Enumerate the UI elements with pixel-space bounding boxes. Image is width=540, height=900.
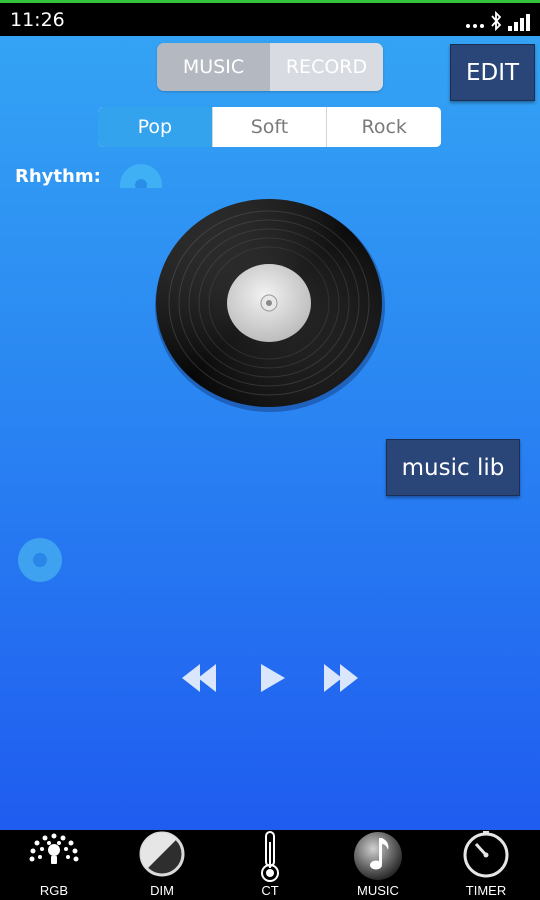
play-icon (261, 664, 285, 692)
nav-label-timer: TIMER (465, 883, 507, 898)
mode-toggle: MUSIC RECORD (157, 43, 383, 91)
vinyl-record[interactable] (153, 196, 386, 413)
tab-pop[interactable]: Pop (98, 107, 212, 147)
next-icon (324, 664, 358, 692)
nav-item-ct[interactable]: CT (216, 830, 324, 900)
nav-label-music: MUSIC (357, 883, 399, 898)
status-icons (466, 9, 530, 31)
nav-label-ct: CT (261, 883, 279, 898)
signal-icon (508, 13, 530, 31)
music-screen: MUSIC RECORD EDIT Pop Soft Rock Rhythm: (0, 36, 540, 830)
previous-button[interactable] (180, 662, 218, 694)
rhythm-slider-knob[interactable] (120, 164, 162, 188)
play-button[interactable] (259, 662, 287, 694)
rhythm-label: Rhythm: (15, 166, 101, 187)
previous-icon (182, 664, 216, 692)
thermometer-icon (261, 831, 279, 882)
next-button[interactable] (322, 662, 360, 694)
nav-item-music[interactable]: MUSIC (324, 830, 432, 900)
nav-label-dim: DIM (150, 883, 174, 898)
edit-button[interactable]: EDIT (450, 44, 535, 101)
dim-icon (139, 831, 185, 877)
bottom-nav: RGB DIM CT MUSIC TIMER (0, 830, 540, 900)
mode-record-button[interactable]: RECORD (270, 43, 383, 91)
tab-soft[interactable]: Soft (211, 107, 327, 147)
status-bar: 11:26 (0, 0, 540, 36)
music-note-icon (354, 832, 402, 880)
notification-dots-icon (466, 24, 484, 31)
nav-item-dim[interactable]: DIM (108, 830, 216, 900)
rgb-icon (29, 833, 79, 864)
timer-icon (463, 831, 509, 878)
music-lib-button[interactable]: music lib (386, 439, 520, 496)
nav-item-rgb[interactable]: RGB (0, 830, 108, 900)
bluetooth-icon (491, 11, 502, 31)
tab-rock[interactable]: Rock (326, 107, 441, 147)
nav-label-rgb: RGB (39, 883, 69, 898)
status-time: 11:26 (10, 9, 65, 31)
progress-slider-knob[interactable] (18, 538, 62, 582)
mode-music-button[interactable]: MUSIC (157, 43, 270, 91)
nav-item-timer[interactable]: TIMER (432, 830, 540, 900)
genre-tabs: Pop Soft Rock (98, 107, 441, 147)
